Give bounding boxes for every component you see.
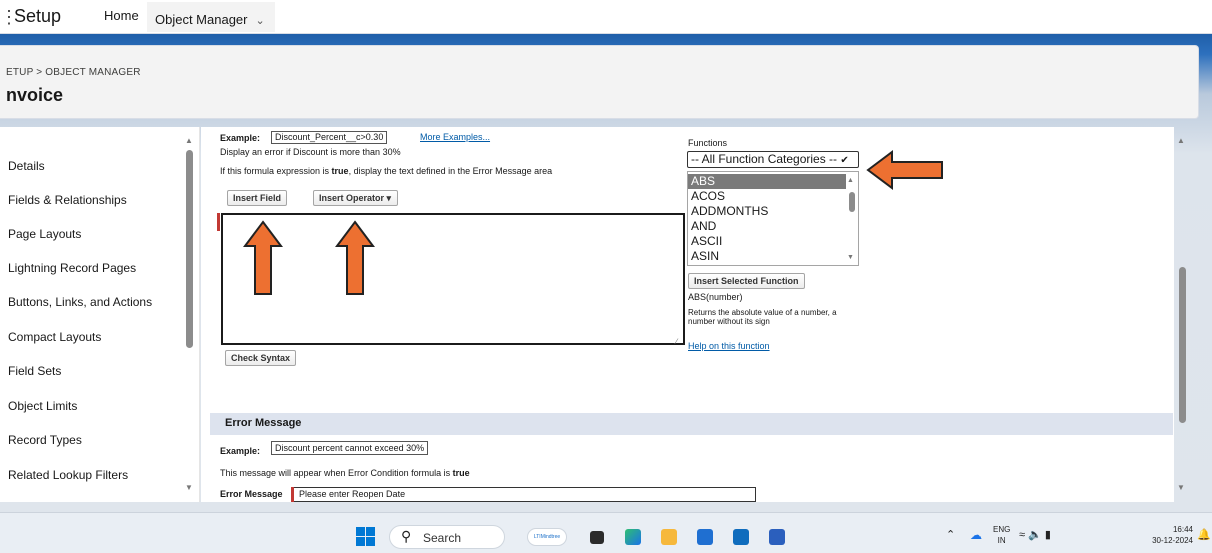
more-examples-link[interactable]: More Examples... xyxy=(420,132,490,142)
chevron-down-icon[interactable]: ⌄ xyxy=(256,6,265,36)
clock-date: 30-12-2024 xyxy=(1152,536,1193,545)
store-icon[interactable] xyxy=(697,529,713,545)
function-option[interactable]: ABS xyxy=(688,174,846,189)
breadcrumb[interactable]: ETUP > OBJECT MANAGER xyxy=(6,67,141,78)
insert-selected-function-button[interactable]: Insert Selected Function xyxy=(688,273,805,289)
function-help-link[interactable]: Help on this function xyxy=(688,341,770,351)
scroll-down-icon[interactable]: ▼ xyxy=(847,254,854,261)
company-widget-pill[interactable]: LTIMindtree xyxy=(527,528,567,546)
formula-example-label: Example: xyxy=(220,133,261,143)
error-message-section-title: Error Message xyxy=(225,417,302,429)
annotation-arrow-up-icon xyxy=(243,220,283,295)
scroll-up-icon[interactable]: ▲ xyxy=(847,177,854,184)
app-launcher-icon[interactable]: ⋮ xyxy=(0,7,18,28)
scroll-up-icon[interactable]: ▲ xyxy=(1177,136,1185,145)
clock-time: 16:44 xyxy=(1172,525,1193,534)
chevron-down-icon: ✔ xyxy=(840,155,849,166)
caret-down-icon: ▾ xyxy=(386,193,392,203)
sidebar-item-field-sets[interactable]: Field Sets xyxy=(8,364,61,378)
sidebar-item-lightning-record-pages[interactable]: Lightning Record Pages xyxy=(8,261,136,275)
function-option[interactable]: ACOS xyxy=(688,189,846,204)
word-icon[interactable] xyxy=(769,529,785,545)
annotation-arrow-left-icon xyxy=(866,150,943,190)
sidebar-item-details[interactable]: Details xyxy=(8,159,45,173)
error-description-pre: This message will appear when Error Cond… xyxy=(220,468,453,478)
formula-editor-textarea[interactable] xyxy=(221,213,685,345)
function-description: Returns the absolute value of a number, … xyxy=(688,308,837,326)
error-example-value: Discount percent cannot exceed 30% xyxy=(271,441,429,455)
function-signature: ABS(number) xyxy=(688,292,743,302)
sidebar-item-record-types[interactable]: Record Types xyxy=(8,433,82,447)
check-syntax-button[interactable]: Check Syntax xyxy=(225,350,297,366)
sidebar-item-page-layouts[interactable]: Page Layouts xyxy=(8,227,81,241)
windows-start-icon[interactable] xyxy=(356,527,376,547)
file-explorer-icon[interactable] xyxy=(661,529,677,545)
app-title: Setup xyxy=(14,6,62,26)
insert-operator-label: Insert Operator xyxy=(319,193,385,203)
wifi-volume-battery-icon[interactable]: ≈ 🔈 ▮ xyxy=(1019,528,1051,541)
taskbar-search-label: Search xyxy=(423,531,462,545)
annotation-arrow-up-icon xyxy=(335,220,375,295)
edge-browser-icon[interactable] xyxy=(625,529,641,545)
sidebar-item-related-lookup-filters[interactable]: Related Lookup Filters xyxy=(8,468,128,482)
object-header-card xyxy=(0,45,1199,119)
sidebar-item-fields-relationships[interactable]: Fields & Relationships xyxy=(8,193,127,207)
scroll-up-icon[interactable]: ▲ xyxy=(185,136,193,145)
sidebar-item-compact-layouts[interactable]: Compact Layouts xyxy=(8,330,101,344)
resize-grip-icon[interactable]: ∕ xyxy=(676,337,677,346)
function-option[interactable]: ADDMONTHS xyxy=(688,204,846,219)
error-message-field-label: Error Message xyxy=(220,489,283,499)
tab-home[interactable]: Home xyxy=(94,2,149,30)
task-view-icon[interactable] xyxy=(590,531,604,544)
formula-example-description: Display an error if Discount is more tha… xyxy=(220,147,401,157)
functions-label: Functions xyxy=(688,138,728,148)
sidebar: Details Fields & Relationships Page Layo… xyxy=(0,127,200,502)
language-code: ENG xyxy=(993,525,1011,534)
formula-description-true: true xyxy=(331,166,349,176)
function-listbox[interactable]: ABS ACOS ADDMONTHS AND ASCII ASIN xyxy=(687,171,859,266)
content-scrollbar-thumb[interactable] xyxy=(1179,267,1186,423)
tab-object-manager[interactable]: Object Manager ⌄ xyxy=(147,2,275,32)
tab-object-manager-label: Object Manager xyxy=(155,12,248,27)
formula-example-code: Discount_Percent__c>0.30 xyxy=(271,131,388,144)
insert-operator-button[interactable]: Insert Operator ▾ xyxy=(313,190,399,206)
insert-field-button[interactable]: Insert Field xyxy=(227,190,288,206)
error-message-description: This message will appear when Error Cond… xyxy=(220,468,470,478)
region-code: IN xyxy=(997,536,1006,545)
error-message-input[interactable]: Please enter Reopen Date xyxy=(293,487,756,502)
required-indicator xyxy=(217,213,220,231)
scroll-down-icon[interactable]: ▼ xyxy=(1177,483,1185,492)
formula-description-pre: If this formula expression is xyxy=(220,166,332,176)
function-category-select[interactable]: -- All Function Categories -- ✔ xyxy=(687,151,859,168)
formula-description: If this formula expression is true, disp… xyxy=(220,166,552,176)
onedrive-cloud-icon[interactable]: ☁ xyxy=(970,528,982,542)
page-title: nvoice xyxy=(6,85,64,105)
function-category-value: -- All Function Categories -- xyxy=(691,152,838,166)
formula-description-post: , display the text defined in the Error … xyxy=(348,166,553,176)
function-option[interactable]: ASCII xyxy=(688,234,846,249)
required-indicator xyxy=(291,487,294,502)
outlook-icon[interactable] xyxy=(733,529,749,545)
function-option[interactable]: ASIN xyxy=(688,249,846,264)
search-icon: ⚲ xyxy=(401,528,412,544)
language-indicator[interactable]: ENG IN xyxy=(993,524,1010,546)
function-option[interactable]: AND xyxy=(688,219,846,234)
tray-overflow-chevron-icon[interactable]: ⌃ xyxy=(946,528,955,541)
scroll-down-icon[interactable]: ▼ xyxy=(185,483,193,492)
sidebar-item-object-limits[interactable]: Object Limits xyxy=(8,399,77,413)
error-example-label: Example: xyxy=(220,446,261,456)
error-description-true: true xyxy=(452,468,470,478)
sidebar-scrollbar-thumb[interactable] xyxy=(186,150,193,348)
sidebar-item-buttons-links-actions[interactable]: Buttons, Links, and Actions xyxy=(8,295,152,309)
notification-bell-icon[interactable]: 🔔 xyxy=(1197,528,1211,541)
system-clock[interactable]: 16:44 30-12-2024 xyxy=(1141,524,1193,546)
function-list-scrollbar-thumb[interactable] xyxy=(849,192,855,212)
error-message-section-header xyxy=(210,413,1173,435)
